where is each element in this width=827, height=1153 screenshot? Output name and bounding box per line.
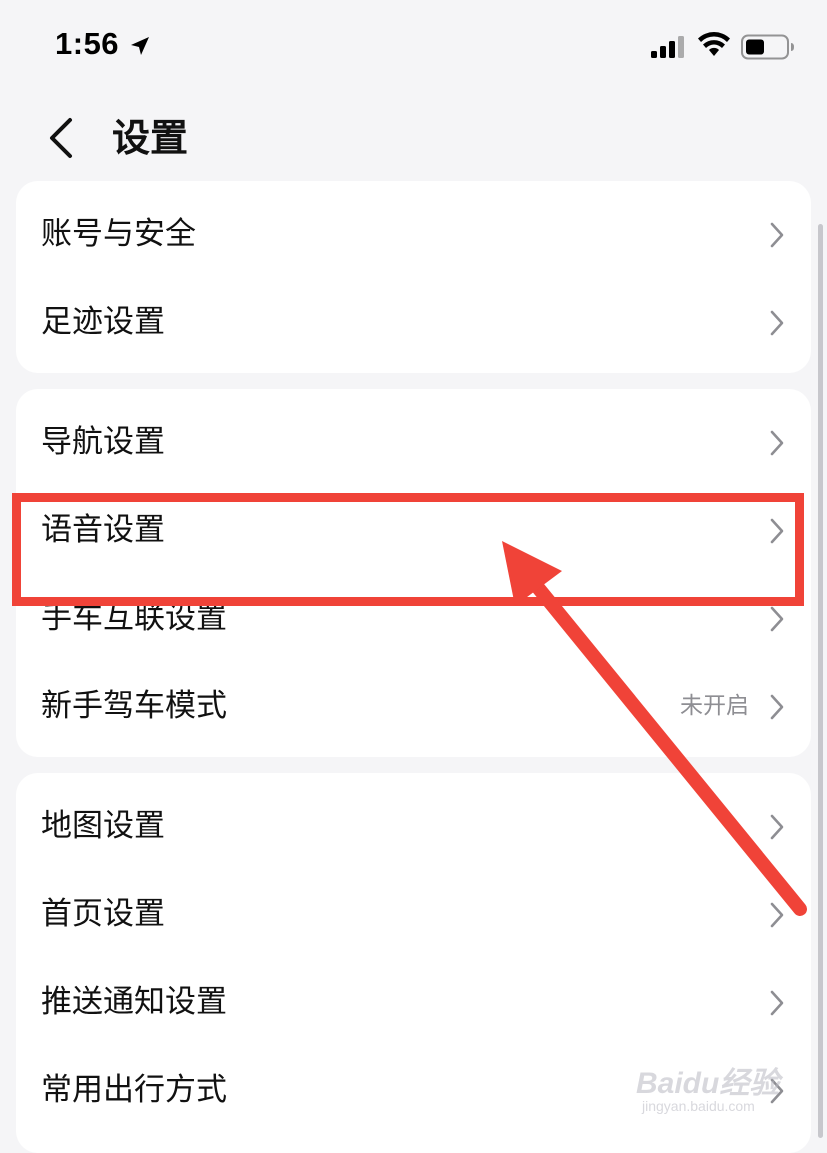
- row-label: 足迹设置: [41, 304, 165, 340]
- chevron-left-icon: [50, 118, 72, 158]
- row-voice-settings[interactable]: 语音设置: [16, 486, 811, 574]
- chevron-right-icon: [770, 694, 784, 720]
- battery-icon: [741, 34, 794, 60]
- cellular-signal-icon: [651, 36, 684, 58]
- row-common-travel-mode[interactable]: 常用出行方式: [16, 1046, 811, 1134]
- row-label: 手车互联设置: [41, 600, 227, 636]
- settings-group-account: 账号与安全 足迹设置: [16, 181, 811, 373]
- wifi-icon: [698, 32, 730, 56]
- row-label: 常用出行方式: [41, 1072, 227, 1108]
- location-arrow-icon: [131, 37, 149, 55]
- settings-group-navigation: 导航设置 语音设置 手车互联设置 新手驾车模式 未开启: [16, 389, 811, 757]
- row-label: 首页设置: [41, 896, 165, 932]
- back-button[interactable]: [40, 112, 90, 164]
- chevron-right-icon: [770, 1078, 784, 1104]
- row-navigation-settings[interactable]: 导航设置: [16, 398, 811, 486]
- chevron-right-icon: [770, 902, 784, 928]
- settings-group-general: 地图设置 首页设置 推送通知设置 常用出行方式: [16, 773, 811, 1153]
- chevron-right-icon: [770, 222, 784, 248]
- row-push-notification-settings[interactable]: 推送通知设置: [16, 958, 811, 1046]
- chevron-right-icon: [770, 606, 784, 632]
- row-phone-car-connect[interactable]: 手车互联设置: [16, 574, 811, 662]
- chevron-right-icon: [770, 990, 784, 1016]
- status-time: 1:56: [55, 26, 120, 61]
- row-label: 账号与安全: [41, 216, 196, 252]
- status-bar: 1:56: [0, 0, 827, 90]
- chevron-right-icon: [770, 814, 784, 840]
- row-map-settings[interactable]: 地图设置: [16, 782, 811, 870]
- page-title: 设置: [112, 116, 189, 160]
- chevron-right-icon: [770, 430, 784, 456]
- row-label: 新手驾车模式: [41, 688, 227, 724]
- row-label: 语音设置: [41, 512, 165, 548]
- scrollbar[interactable]: [818, 224, 823, 1138]
- row-account-security[interactable]: 账号与安全: [16, 190, 811, 278]
- row-status-value: 未开启: [680, 693, 749, 719]
- row-novice-driving-mode[interactable]: 新手驾车模式 未开启: [16, 662, 811, 750]
- chevron-right-icon: [770, 518, 784, 544]
- row-label: 导航设置: [41, 424, 165, 460]
- row-label: 推送通知设置: [41, 984, 227, 1020]
- row-label: 地图设置: [41, 808, 165, 844]
- row-homepage-settings[interactable]: 首页设置: [16, 870, 811, 958]
- row-footprint-settings[interactable]: 足迹设置: [16, 278, 811, 366]
- chevron-right-icon: [770, 310, 784, 336]
